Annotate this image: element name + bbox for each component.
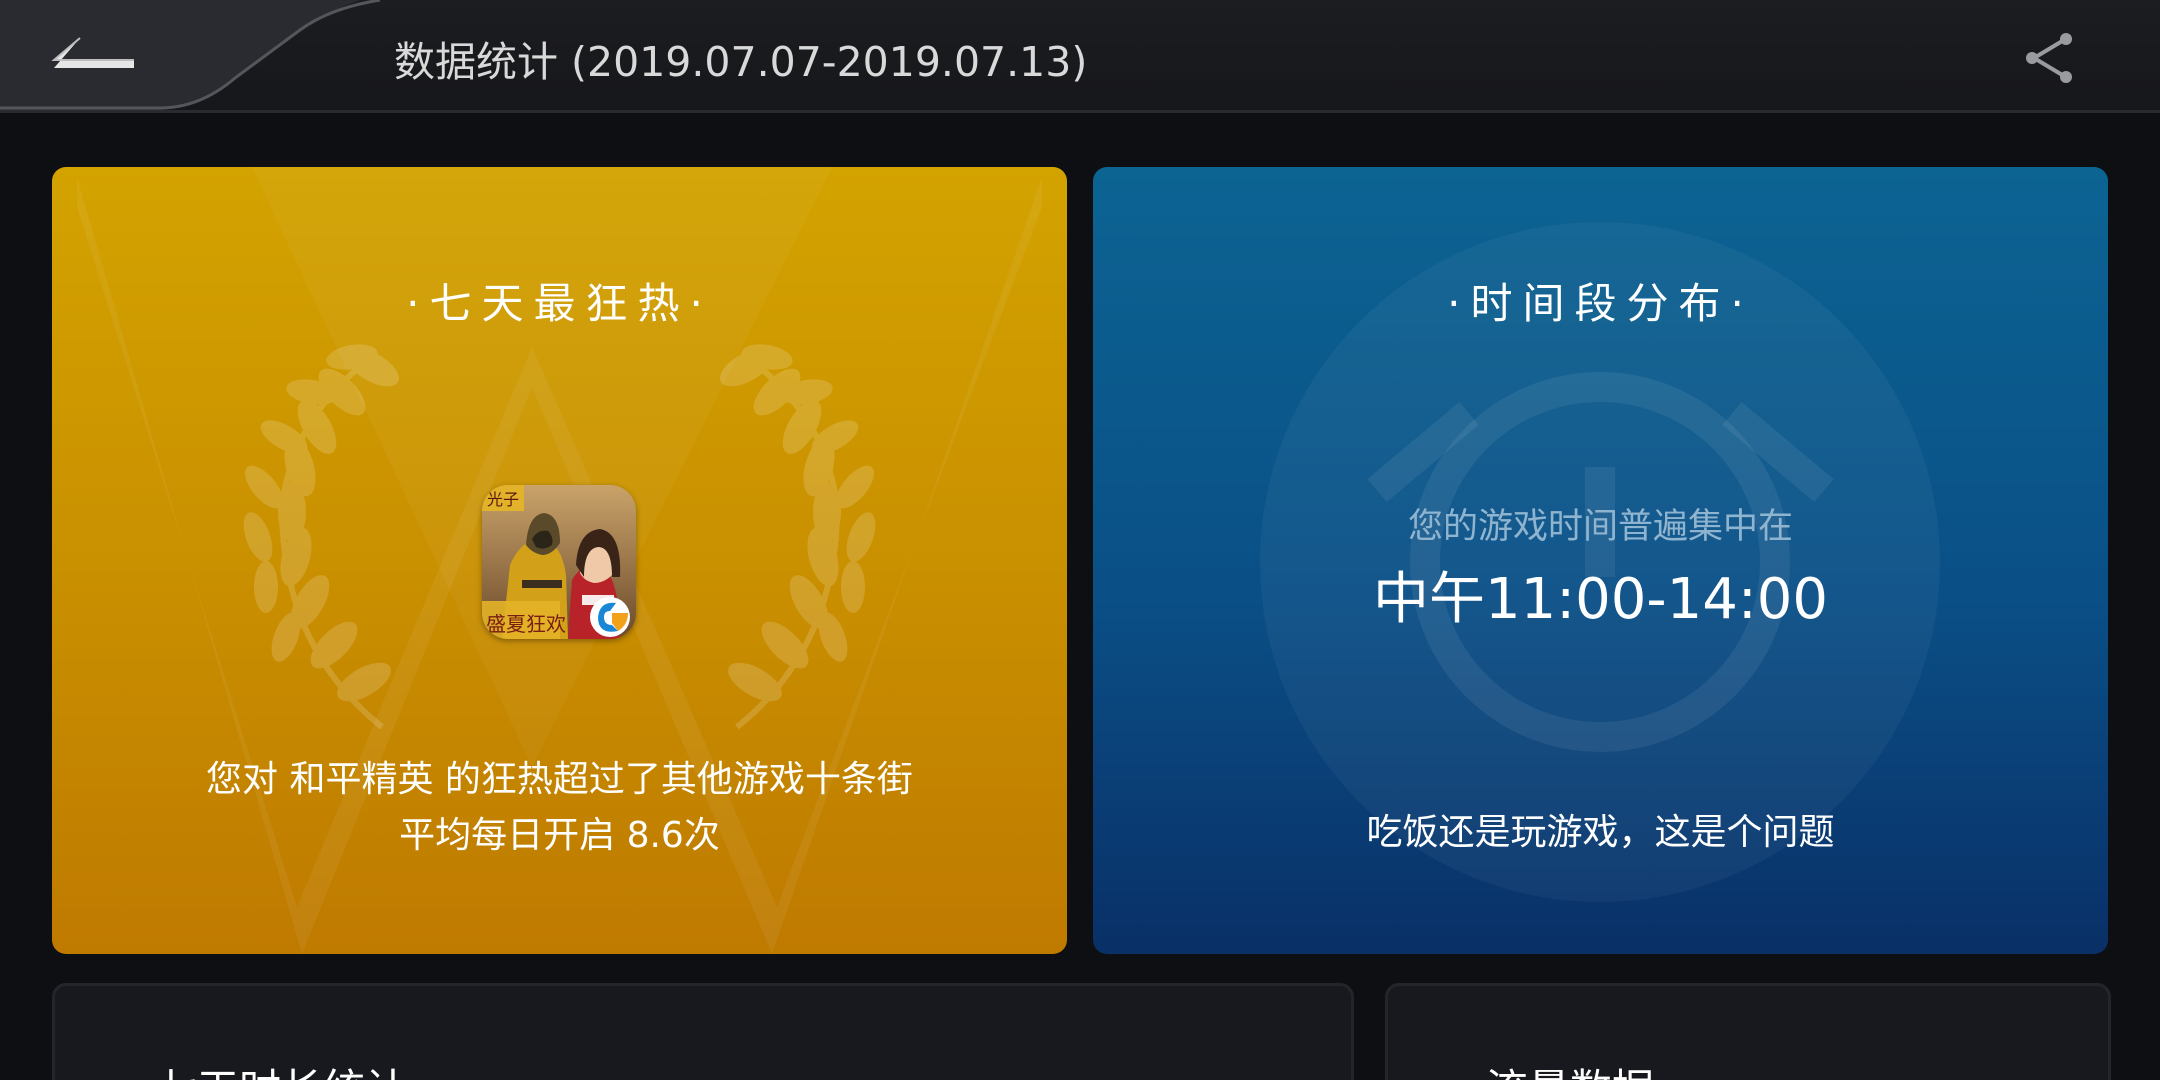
screen: 数据统计 (2019.07.07-2019.07.13) ·七天最狂热· 光子 … — [0, 0, 2160, 1080]
hottest-game-card[interactable]: ·七天最狂热· 光子 盛夏狂欢 您对 和平精英 的狂热超过了其他游戏十条街 平均… — [52, 167, 1067, 954]
back-arrow-icon — [51, 37, 134, 68]
top-bar: 数据统计 (2019.07.07-2019.07.13) — [0, 0, 2160, 113]
traffic-data-panel[interactable]: 流量数据 — [1385, 983, 2111, 1080]
time-distribution-caption: 吃饭还是玩游戏，这是个问题 — [1366, 812, 1835, 853]
seven-day-duration-title: 七天时长统计 — [155, 1056, 407, 1080]
svg-text:光子: 光子 — [487, 491, 519, 509]
back-button[interactable] — [0, 0, 400, 112]
time-distribution-title: ·时间段分布· — [1447, 279, 1754, 328]
peak-time-range: 中午11:00-14:00 — [1373, 567, 1828, 632]
svg-text:盛夏狂欢: 盛夏狂欢 — [486, 613, 566, 636]
page-title: 数据统计 (2019.07.07-2019.07.13) — [394, 38, 1088, 86]
seven-day-duration-panel[interactable]: 七天时长统计 — [52, 983, 1354, 1080]
hottest-card-title: ·七天最狂热· — [406, 279, 713, 328]
traffic-data-title: 流量数据 — [1486, 1056, 1654, 1080]
daily-open-average: 平均每日开启 8.6次 — [399, 815, 720, 856]
peace-elite-game-icon: 光子 盛夏狂欢 — [482, 485, 636, 639]
share-icon[interactable] — [2020, 30, 2080, 86]
time-distribution-card[interactable]: ·时间段分布· 您的游戏时间普遍集中在 中午11:00-14:00 吃饭还是玩游… — [1093, 167, 2108, 954]
hottest-game-description: 您对 和平精英 的狂热超过了其他游戏十条街 — [206, 759, 913, 800]
time-distribution-subtitle: 您的游戏时间普遍集中在 — [1407, 507, 1793, 547]
